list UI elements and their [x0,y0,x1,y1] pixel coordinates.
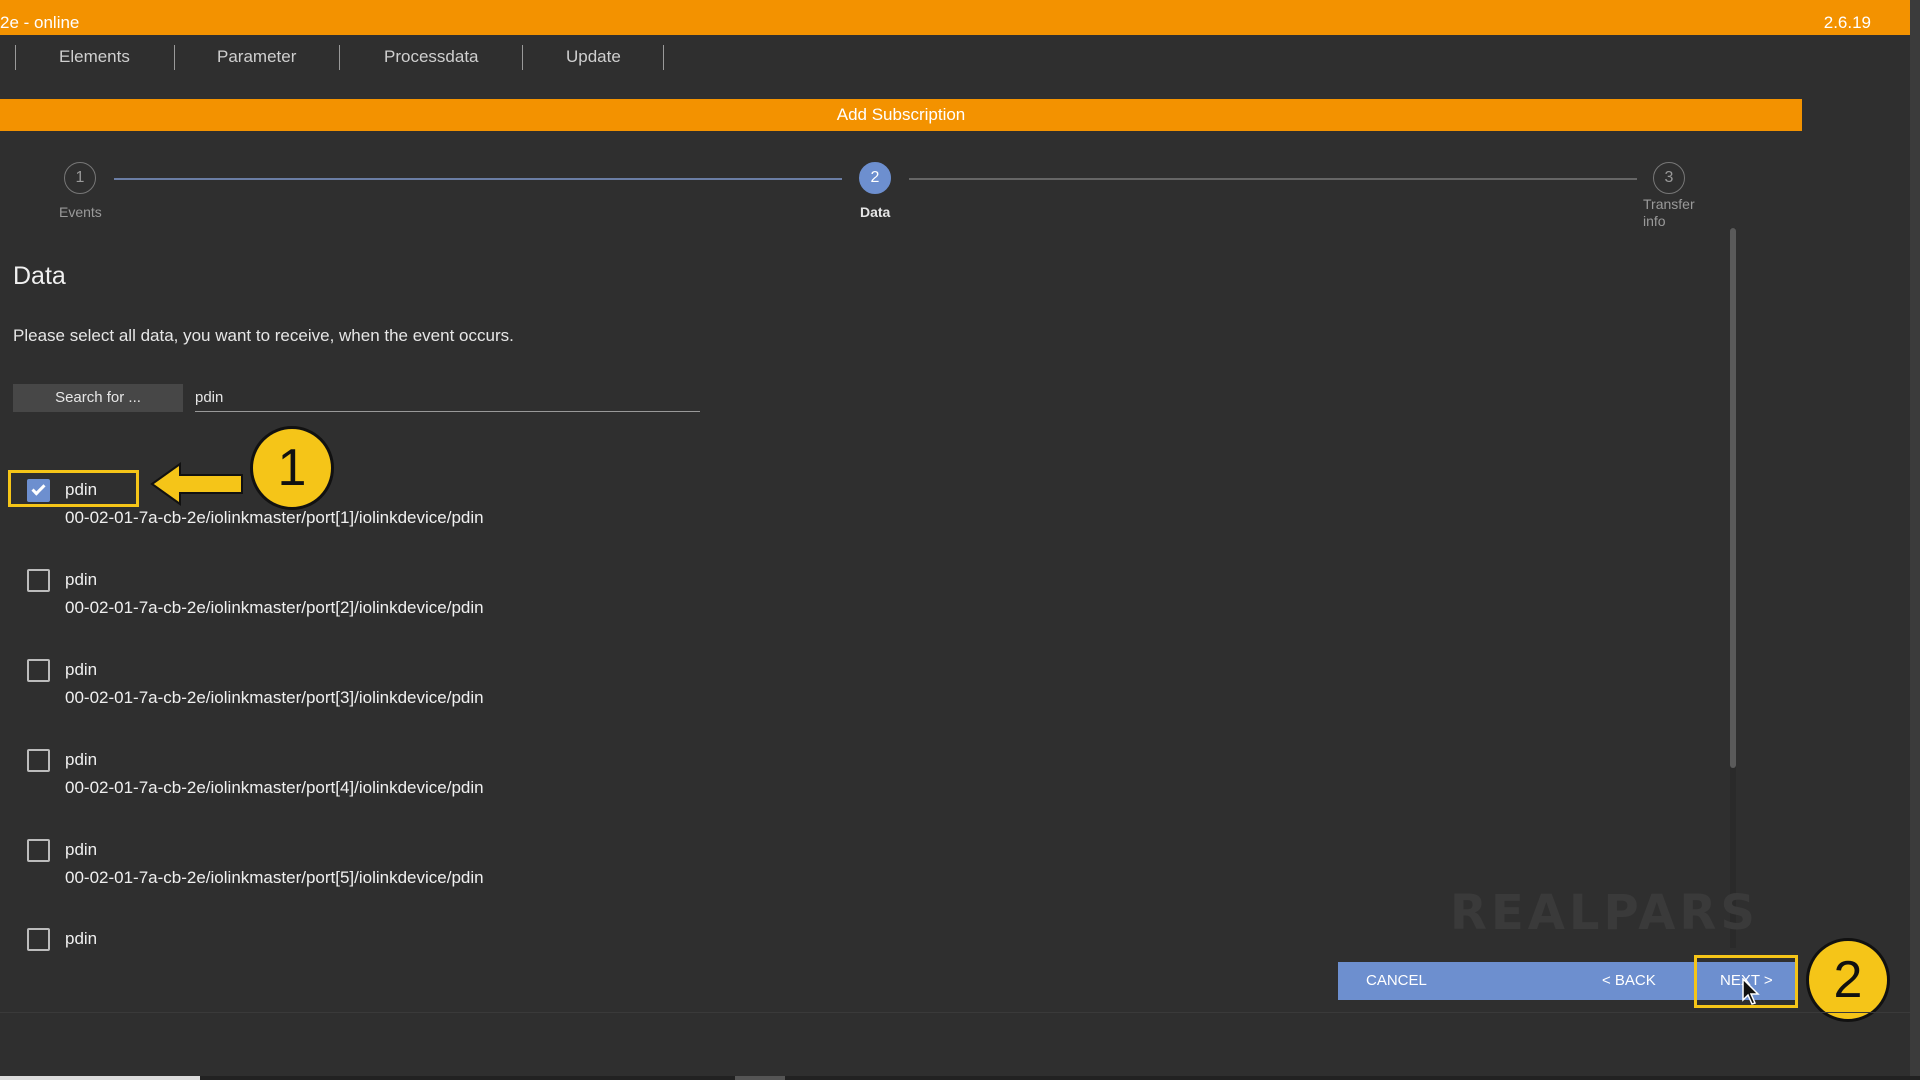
arrow-left-icon [150,462,243,506]
step-2-circle[interactable]: 2 [859,162,891,194]
item-path: 00-02-01-7a-cb-2e/iolinkmaster/port[3]/i… [65,688,484,707]
list-item[interactable]: pdin 00-02-01-7a-cb-2e/iolinkmaster/port… [0,659,900,739]
tab-separator [339,45,340,70]
back-button[interactable]: < BACK [1602,962,1656,1000]
window-edge [1910,0,1920,1080]
step-1-circle[interactable]: 1 [64,162,96,194]
tab-separator [522,45,523,70]
tab-processdata[interactable]: Processdata [384,47,479,67]
mouse-pointer-icon [1742,978,1760,1005]
title-bar: 2e - online 2.6.19 [0,0,1920,35]
callout-badge-2: 2 [1806,938,1890,1022]
tab-separator [663,45,664,70]
list-item[interactable]: pdin 00-02-01-7a-cb-2e/iolinkmaster/port… [0,749,900,829]
footer-divider [0,1012,1910,1013]
step-connector-pending [909,178,1637,180]
item-path: 00-02-01-7a-cb-2e/iolinkmaster/port[4]/i… [65,778,484,797]
tab-update[interactable]: Update [566,47,621,67]
item-label: pdin [65,929,98,948]
dialog-title: Add Subscription [0,99,1802,131]
checkbox[interactable] [27,928,50,951]
step-3-circle[interactable]: 3 [1653,162,1685,194]
tab-parameter[interactable]: Parameter [217,47,296,67]
search-button[interactable]: Search for ... [13,384,183,412]
item-label: pdin [65,840,98,859]
callout-badge-1: 1 [250,426,334,510]
highlight-frame-checkbox [8,470,139,507]
bottom-status-strip [0,1076,1920,1080]
item-label: pdin [65,750,98,769]
tab-elements[interactable]: Elements [59,47,130,67]
checkbox[interactable] [27,749,50,772]
item-label: pdin [65,570,98,589]
step-1-label: Events [59,204,102,220]
window-title: 2e - online [0,13,80,32]
scrollbar-thumb[interactable] [1730,228,1736,768]
status-segment [0,1076,200,1080]
checkbox[interactable] [27,659,50,682]
step-connector-completed [114,178,842,180]
item-path: 00-02-01-7a-cb-2e/iolinkmaster/port[1]/i… [65,508,484,527]
tab-separator [15,45,16,70]
search-input[interactable] [195,384,700,412]
item-label: pdin [65,660,98,679]
item-path: 00-02-01-7a-cb-2e/iolinkmaster/port[2]/i… [65,598,484,617]
cancel-button[interactable]: CANCEL [1366,962,1427,1000]
section-title: Data [13,262,66,290]
list-item[interactable]: pdin [0,928,900,968]
checkbox[interactable] [27,839,50,862]
nav-tabs: Elements Parameter Processdata Update [0,35,1920,75]
item-path: 00-02-01-7a-cb-2e/iolinkmaster/port[5]/i… [65,868,484,887]
list-item[interactable]: pdin 00-02-01-7a-cb-2e/iolinkmaster/port… [0,569,900,649]
section-instructions: Please select all data, you want to rece… [13,326,514,345]
status-segment [735,1076,785,1080]
step-2-label: Data [860,204,891,220]
checkbox[interactable] [27,569,50,592]
version-label: 2.6.19 [1823,13,1871,32]
list-item[interactable]: pdin 00-02-01-7a-cb-2e/iolinkmaster/port… [0,839,900,919]
wizard-stepper: 1 Events 2 Data 3 Transfer info [0,160,1802,230]
watermark-logo: REALPARS [1450,885,1759,941]
tab-separator [174,45,175,70]
step-3-label: Transfer info [1643,196,1695,229]
